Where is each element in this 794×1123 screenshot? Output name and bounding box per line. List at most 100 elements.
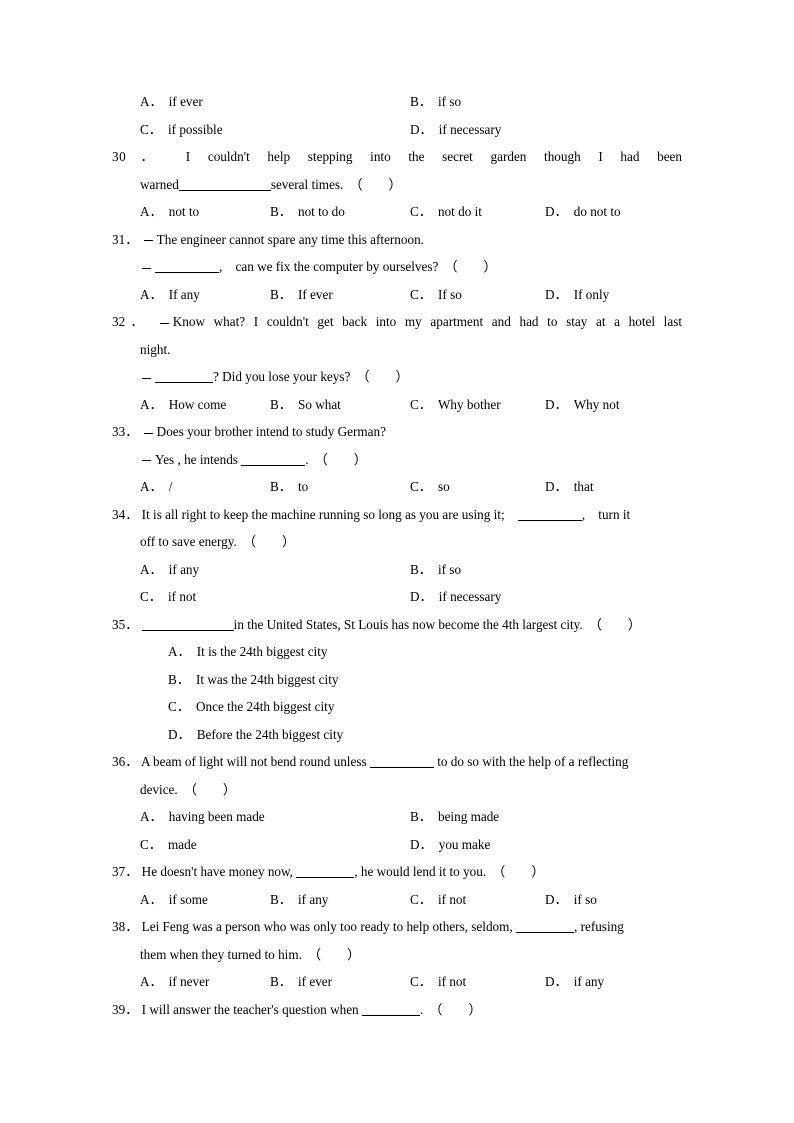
option-b[interactable]: B． if any bbox=[270, 886, 328, 914]
option-d[interactable]: D． you make bbox=[410, 831, 490, 859]
question-32-dialogue-line-2: ? Did you lose your keys? （） bbox=[112, 363, 682, 391]
answer-bracket[interactable]: （） bbox=[423, 1002, 481, 1017]
fill-in-blank[interactable] bbox=[515, 920, 574, 933]
stem-text-before-blank: Lei Feng was a person who was only too r… bbox=[141, 919, 513, 934]
answer-bracket[interactable]: （） bbox=[302, 947, 360, 962]
option-separator: ． bbox=[149, 286, 163, 302]
option-c[interactable]: C． If so bbox=[410, 281, 462, 309]
option-a[interactable]: A． if ever bbox=[140, 88, 203, 116]
option-text: if not bbox=[167, 589, 197, 604]
option-b[interactable]: B． not to do bbox=[270, 198, 345, 226]
option-c[interactable]: C． so bbox=[410, 473, 450, 501]
option-a[interactable]: A． not to bbox=[140, 198, 199, 226]
option-b[interactable]: B． being made bbox=[410, 803, 499, 831]
option-b[interactable]: B． to bbox=[270, 473, 308, 501]
option-separator: ． bbox=[149, 974, 163, 989]
question-37-stem: 37． He doesn't have money now, , he woul… bbox=[112, 858, 682, 886]
option-letter: A bbox=[140, 891, 150, 907]
paren-close: ） bbox=[222, 781, 237, 797]
option-b[interactable]: B． if so bbox=[410, 88, 461, 116]
option-a[interactable]: A． if never bbox=[140, 968, 209, 996]
option-separator: ． bbox=[418, 891, 432, 907]
option-c[interactable]: C． if not bbox=[410, 968, 466, 996]
option-d[interactable]: D． If only bbox=[545, 281, 609, 309]
option-separator: ． bbox=[149, 479, 163, 494]
option-text: do not to bbox=[573, 204, 621, 219]
option-letter: A bbox=[140, 94, 150, 109]
option-separator: ． bbox=[148, 121, 162, 137]
option-separator: ． bbox=[418, 204, 432, 219]
option-a[interactable]: A． if any bbox=[140, 556, 199, 584]
option-c[interactable]: C． Why bother bbox=[410, 391, 501, 419]
option-letter: A bbox=[140, 974, 150, 989]
option-separator: ． bbox=[149, 561, 163, 577]
question-number: 38 bbox=[112, 919, 126, 934]
option-letter: B bbox=[270, 396, 279, 412]
option-letter: B bbox=[168, 671, 177, 687]
fill-in-blank[interactable] bbox=[178, 178, 271, 191]
question-number: 36 bbox=[112, 754, 126, 769]
option-text: if so bbox=[437, 561, 462, 577]
option-separator: ． bbox=[419, 589, 433, 604]
option-c[interactable]: C． if possible bbox=[140, 116, 223, 144]
option-separator: ． bbox=[148, 589, 162, 604]
stem-text-after-blank: , he would lend it to you. bbox=[354, 864, 487, 879]
option-d[interactable]: D． do not to bbox=[545, 198, 621, 226]
option-separator: ． bbox=[418, 286, 432, 302]
option-c[interactable]: C． if not bbox=[410, 886, 466, 914]
option-a[interactable]: A． having been made bbox=[140, 803, 265, 831]
paren-open: （ bbox=[242, 534, 256, 549]
stem-text-after-blank: to do so with the help of a reflecting bbox=[437, 754, 629, 769]
option-separator: ． bbox=[418, 561, 432, 577]
dialogue-dash-icon bbox=[143, 240, 153, 242]
paren-close: ） bbox=[395, 369, 409, 384]
option-c[interactable]: C． if not bbox=[140, 583, 196, 611]
option-d[interactable]: D． if so bbox=[545, 886, 597, 914]
option-b[interactable]: B． So what bbox=[270, 391, 341, 419]
answer-bracket[interactable]: （） bbox=[309, 452, 367, 467]
option-a[interactable]: A． / bbox=[140, 473, 172, 501]
fill-in-blank[interactable] bbox=[369, 755, 434, 768]
question-35-option-a[interactable]: A． It is the 24th biggest city bbox=[112, 638, 682, 666]
fill-in-blank[interactable] bbox=[155, 370, 213, 383]
answer-bracket[interactable]: （） bbox=[350, 369, 408, 384]
question-35-option-d[interactable]: D． Before the 24th biggest city bbox=[112, 721, 682, 749]
number-separator: ． bbox=[125, 506, 139, 522]
option-b[interactable]: B． if so bbox=[410, 556, 461, 584]
worksheet-page: A． if ever B． if so C． if possible D． if nec… bbox=[0, 0, 794, 1123]
option-b[interactable]: B． If ever bbox=[270, 281, 333, 309]
option-a[interactable]: A． How come bbox=[140, 391, 226, 419]
question-number: 39 bbox=[112, 1001, 126, 1017]
paren-close: ） bbox=[388, 176, 402, 192]
answer-bracket[interactable]: （） bbox=[583, 617, 641, 632]
option-d[interactable]: D． that bbox=[545, 473, 594, 501]
answer-bracket[interactable]: （） bbox=[438, 259, 496, 274]
answer-bracket[interactable]: （） bbox=[237, 534, 295, 549]
option-d[interactable]: D． if necessary bbox=[410, 583, 501, 611]
option-b[interactable]: B． if ever bbox=[270, 968, 332, 996]
fill-in-blank[interactable] bbox=[517, 508, 582, 521]
fill-in-blank[interactable] bbox=[241, 453, 306, 466]
number-separator: ． bbox=[125, 864, 139, 879]
option-d[interactable]: D． if any bbox=[545, 968, 604, 996]
option-separator: ． bbox=[148, 836, 162, 852]
option-a[interactable]: A． If any bbox=[140, 281, 200, 309]
fill-in-blank[interactable] bbox=[141, 618, 234, 631]
answer-bracket[interactable]: （） bbox=[343, 177, 401, 192]
paren-close: ） bbox=[353, 451, 367, 467]
option-d[interactable]: D． Why not bbox=[545, 391, 620, 419]
option-c[interactable]: C． not do it bbox=[410, 198, 482, 226]
question-35-option-c[interactable]: C． Once the 24th biggest city bbox=[112, 693, 682, 721]
answer-bracket[interactable]: （） bbox=[486, 864, 544, 879]
question-30-stem: 30． I couldn't help stepping into the se… bbox=[112, 143, 682, 171]
fill-in-blank[interactable] bbox=[361, 1003, 420, 1016]
fill-in-blank[interactable] bbox=[296, 865, 355, 878]
option-c[interactable]: C． made bbox=[140, 831, 197, 859]
option-a[interactable]: A． if some bbox=[140, 886, 208, 914]
answer-bracket[interactable]: （） bbox=[178, 782, 236, 797]
question-35-option-b[interactable]: B． It was the 24th biggest city bbox=[112, 666, 682, 694]
option-d[interactable]: D． if necessary bbox=[410, 116, 501, 144]
fill-in-blank[interactable] bbox=[155, 260, 219, 273]
option-text: not to do bbox=[297, 204, 345, 219]
stem-text-after-blank: , refusing bbox=[573, 919, 624, 934]
